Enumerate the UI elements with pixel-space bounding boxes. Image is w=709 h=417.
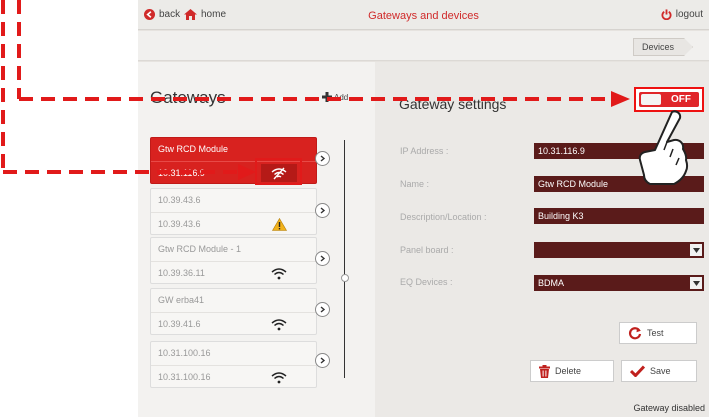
gateway-ip: 10.39.43.6 <box>158 219 201 229</box>
list-scroll-handle[interactable] <box>341 274 349 282</box>
divider <box>151 365 316 366</box>
chevron-right-icon[interactable] <box>315 203 330 218</box>
gateway-name: Gtw RCD Module - 1 <box>158 244 242 254</box>
chevron-right-icon[interactable] <box>315 151 330 166</box>
chevron-right-icon[interactable] <box>315 353 330 368</box>
gateway-card-1[interactable]: Gtw RCD Module 10.31.116.9 <box>150 137 317 184</box>
gateway-ip: 10.39.41.6 <box>158 319 201 329</box>
gateway-ip: 10.39.36.11 <box>158 268 205 278</box>
trash-icon <box>539 364 550 378</box>
delete-label: Delete <box>555 366 582 376</box>
description-label: Description/Location : <box>400 212 487 222</box>
save-button[interactable]: Save <box>621 360 697 382</box>
logout-button[interactable]: logout <box>661 9 703 20</box>
add-label: Add <box>334 92 349 102</box>
eq-devices-value: BDMA <box>538 278 565 288</box>
app-window: back home Gateways and devices logout De… <box>138 0 709 417</box>
gateway-name: Gtw RCD Module <box>158 144 229 154</box>
logout-label: logout <box>675 9 703 20</box>
divider <box>151 212 316 213</box>
settings-panel: Gateway settings OFF IP Address : 10.31.… <box>375 62 709 417</box>
gateways-title: Gateways <box>150 88 226 107</box>
gateway-ip: 10.31.116.9 <box>158 168 205 178</box>
gateway-enable-toggle[interactable]: OFF <box>634 87 704 112</box>
divider <box>151 312 316 313</box>
page-title: Gateways and devices <box>368 10 479 22</box>
toggle-label: OFF <box>671 94 691 105</box>
gateways-panel: Gateways Add Gtw RCD Module 10.31.116.9 … <box>138 62 375 417</box>
wifi-icon <box>261 315 297 333</box>
settings-title: Gateway settings <box>399 96 507 112</box>
gateway-card-5[interactable]: 10.31.100.16 10.31.100.16 <box>150 341 317 388</box>
gateway-card-2[interactable]: 10.39.43.6 10.39.43.6 <box>150 188 317 235</box>
gateway-name: 10.39.43.6 <box>158 195 201 205</box>
wifi-icon <box>261 264 297 282</box>
top-bar: back home Gateways and devices logout <box>138 0 709 30</box>
divider <box>151 161 316 162</box>
name-field[interactable]: Gtw RCD Module <box>534 176 704 192</box>
delete-button[interactable]: Delete <box>530 360 614 382</box>
panel-board-select[interactable] <box>534 242 704 258</box>
save-label: Save <box>650 366 671 376</box>
name-label: Name : <box>400 179 430 189</box>
breadcrumb: Devices <box>138 31 709 61</box>
refresh-icon <box>629 327 642 340</box>
toggle-knob <box>641 94 661 105</box>
dropdown-arrow-icon <box>690 244 702 256</box>
test-label: Test <box>647 328 664 338</box>
ip-address-label: IP Address : <box>400 146 449 156</box>
description-field[interactable]: Building K3 <box>534 208 704 224</box>
power-icon <box>661 9 672 20</box>
wifi-icon <box>261 368 297 386</box>
add-gateway-button[interactable]: Add <box>322 92 348 102</box>
status-text: Gateway disabled <box>633 403 705 413</box>
chevron-right-icon[interactable] <box>315 251 330 266</box>
plus-icon <box>322 92 332 102</box>
divider <box>151 261 316 262</box>
checkmark-icon <box>630 365 645 377</box>
wifi-off-icon <box>261 164 297 182</box>
dropdown-arrow-icon <box>690 277 702 289</box>
ip-address-field[interactable]: 10.31.116.9 <box>534 143 704 159</box>
warning-icon <box>261 215 297 233</box>
toggle-track: OFF <box>639 92 699 107</box>
gateway-card-3[interactable]: Gtw RCD Module - 1 10.39.36.11 <box>150 237 317 284</box>
list-scroll-track[interactable] <box>344 140 345 378</box>
gateway-card-4[interactable]: GW erba41 10.39.41.6 <box>150 288 317 335</box>
panel-board-label: Panel board : <box>400 245 454 255</box>
gateway-ip: 10.31.100.16 <box>158 372 211 382</box>
eq-devices-select[interactable]: BDMA <box>534 275 704 291</box>
gateway-name: 10.31.100.16 <box>158 348 211 358</box>
eq-devices-label: EQ Devices : <box>400 277 453 287</box>
chevron-right-icon[interactable] <box>315 302 330 317</box>
breadcrumb-devices[interactable]: Devices <box>633 38 693 56</box>
gateway-name: GW erba41 <box>158 295 205 305</box>
test-button[interactable]: Test <box>619 322 697 344</box>
